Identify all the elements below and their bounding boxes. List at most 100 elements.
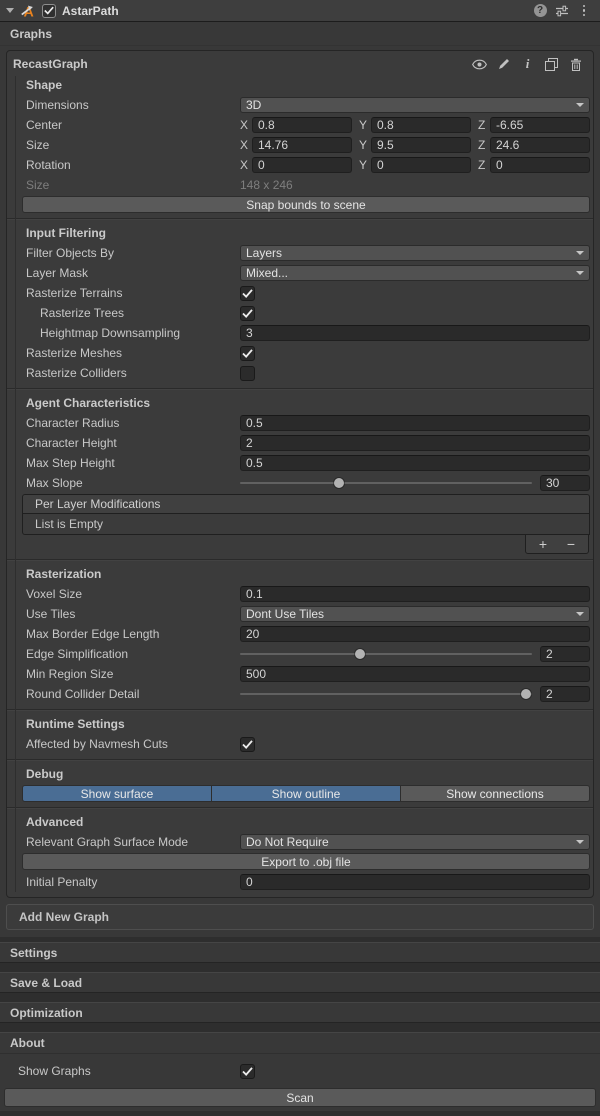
rasterize-colliders-checkbox[interactable] (240, 366, 255, 381)
row-filter-objects-by: Filter Objects By Layers (7, 243, 593, 263)
list-add-button[interactable]: + (530, 537, 556, 552)
show-connections-button[interactable]: Show connections (401, 785, 590, 802)
rasterize-meshes-label: Rasterize Meshes (26, 346, 240, 360)
center-label: Center (26, 118, 240, 132)
astar-logo-icon: A (20, 3, 36, 19)
axis-x-label: X (240, 118, 252, 132)
row-initial-penalty: Initial Penalty 0 (7, 872, 593, 892)
max-step-height-label: Max Step Height (26, 456, 240, 470)
use-tiles-dropdown[interactable]: Dont Use Tiles (240, 606, 590, 622)
divider (7, 709, 593, 710)
character-height-field[interactable]: 2 (240, 435, 590, 451)
relevant-graph-surface-mode-dropdown[interactable]: Do Not Require (240, 834, 590, 850)
round-collider-detail-slider[interactable] (240, 693, 532, 695)
rasterize-trees-checkbox[interactable] (240, 306, 255, 321)
round-collider-detail-field[interactable]: 2 (540, 686, 590, 702)
graph-header[interactable]: RecastGraph i (7, 53, 593, 75)
axis-y-label: Y (359, 138, 371, 152)
row-edge-simplification: Edge Simplification 2 (7, 644, 593, 664)
chevron-down-icon (576, 271, 584, 275)
row-character-height: Character Height 2 (7, 433, 593, 453)
duplicate-icon[interactable] (544, 57, 559, 72)
show-outline-button[interactable]: Show outline (212, 785, 401, 802)
section-optimization[interactable]: Optimization (0, 1002, 600, 1023)
list-remove-button[interactable]: − (558, 537, 584, 552)
pencil-icon[interactable] (496, 57, 511, 72)
initial-penalty-label: Initial Penalty (26, 875, 240, 889)
section-save-load[interactable]: Save & Load (0, 972, 600, 993)
component-title: AstarPath (62, 4, 119, 18)
center-x-field[interactable]: 0.8 (252, 117, 352, 133)
dimensions-dropdown[interactable]: 3D (240, 97, 590, 113)
row-size: Size X 14.76 Y 9.5 Z 24.6 (7, 135, 593, 155)
graphs-panel: Graphs RecastGraph i (0, 22, 600, 937)
section-about[interactable]: About (0, 1033, 600, 1054)
row-rasterize-terrains: Rasterize Terrains (7, 283, 593, 303)
row-relevant-graph-surface-mode: Relevant Graph Surface Mode Do Not Requi… (7, 832, 593, 852)
slider-handle[interactable] (521, 689, 531, 699)
affected-by-navmesh-cuts-checkbox[interactable] (240, 737, 255, 752)
rotation-y-field[interactable]: 0 (371, 157, 471, 173)
more-menu-icon[interactable] (576, 3, 592, 19)
section-settings[interactable]: Settings (0, 942, 600, 963)
max-slope-slider[interactable] (240, 482, 532, 484)
component-header: A AstarPath ? (0, 0, 600, 22)
divider (7, 559, 593, 560)
heightmap-downsampling-field[interactable]: 3 (240, 325, 590, 341)
size-readout-value: 148 x 246 (240, 178, 293, 192)
row-use-tiles: Use Tiles Dont Use Tiles (7, 604, 593, 624)
character-radius-field[interactable]: 0.5 (240, 415, 590, 431)
voxel-size-field[interactable]: 0.1 (240, 586, 590, 602)
graph-name: RecastGraph (13, 57, 88, 71)
rasterize-meshes-checkbox[interactable] (240, 346, 255, 361)
info-icon[interactable]: i (520, 57, 535, 72)
rotation-x-field[interactable]: 0 (252, 157, 352, 173)
size-z-field[interactable]: 24.6 (490, 137, 590, 153)
row-rasterize-meshes: Rasterize Meshes (7, 343, 593, 363)
size-y-field[interactable]: 9.5 (371, 137, 471, 153)
filter-objects-by-label: Filter Objects By (26, 246, 240, 260)
row-rasterize-colliders: Rasterize Colliders (7, 363, 593, 383)
rasterize-terrains-checkbox[interactable] (240, 286, 255, 301)
foldout-arrow-icon[interactable] (6, 8, 14, 13)
component-enabled-checkbox[interactable] (42, 4, 56, 18)
edge-simplification-slider[interactable] (240, 653, 532, 655)
chevron-down-icon (576, 840, 584, 844)
add-new-graph-button[interactable]: Add New Graph (6, 904, 594, 930)
min-region-size-field[interactable]: 500 (240, 666, 590, 682)
slider-handle[interactable] (355, 649, 365, 659)
center-z-field[interactable]: -6.65 (490, 117, 590, 133)
max-border-edge-length-field[interactable]: 20 (240, 626, 590, 642)
axis-x-label: X (240, 158, 252, 172)
max-step-height-field[interactable]: 0.5 (240, 455, 590, 471)
per-layer-modifications-header[interactable]: Per Layer Modifications (22, 494, 590, 514)
slider-handle[interactable] (334, 478, 344, 488)
row-rotation: Rotation X 0 Y 0 Z 0 (7, 155, 593, 175)
graphs-section-title: Graphs (10, 27, 52, 41)
dropdown-value: Layers (246, 246, 282, 260)
snap-bounds-button[interactable]: Snap bounds to scene (22, 196, 590, 213)
filter-objects-by-dropdown[interactable]: Layers (240, 245, 590, 261)
row-character-radius: Character Radius 0.5 (7, 413, 593, 433)
graphs-section-header[interactable]: Graphs (0, 22, 600, 46)
section-runtime-settings: Runtime Settings (7, 714, 593, 734)
show-graphs-checkbox[interactable] (240, 1064, 255, 1079)
size-x-field[interactable]: 14.76 (252, 137, 352, 153)
max-slope-field[interactable]: 30 (540, 475, 590, 491)
rotation-z-field[interactable]: 0 (490, 157, 590, 173)
scan-button[interactable]: Scan (4, 1088, 596, 1107)
center-y-field[interactable]: 0.8 (371, 117, 471, 133)
initial-penalty-field[interactable]: 0 (240, 874, 590, 890)
chevron-down-icon (576, 103, 584, 107)
axis-y-label: Y (359, 118, 371, 132)
show-surface-button[interactable]: Show surface (22, 785, 212, 802)
presets-icon[interactable] (554, 3, 570, 19)
section-input-filtering: Input Filtering (7, 223, 593, 243)
help-icon[interactable]: ? (532, 3, 548, 19)
layer-mask-dropdown[interactable]: Mixed... (240, 265, 590, 281)
max-border-edge-length-label: Max Border Edge Length (26, 627, 240, 641)
trash-icon[interactable] (568, 57, 583, 72)
edge-simplification-field[interactable]: 2 (540, 646, 590, 662)
export-obj-button[interactable]: Export to .obj file (22, 853, 590, 870)
eye-icon[interactable] (472, 57, 487, 72)
